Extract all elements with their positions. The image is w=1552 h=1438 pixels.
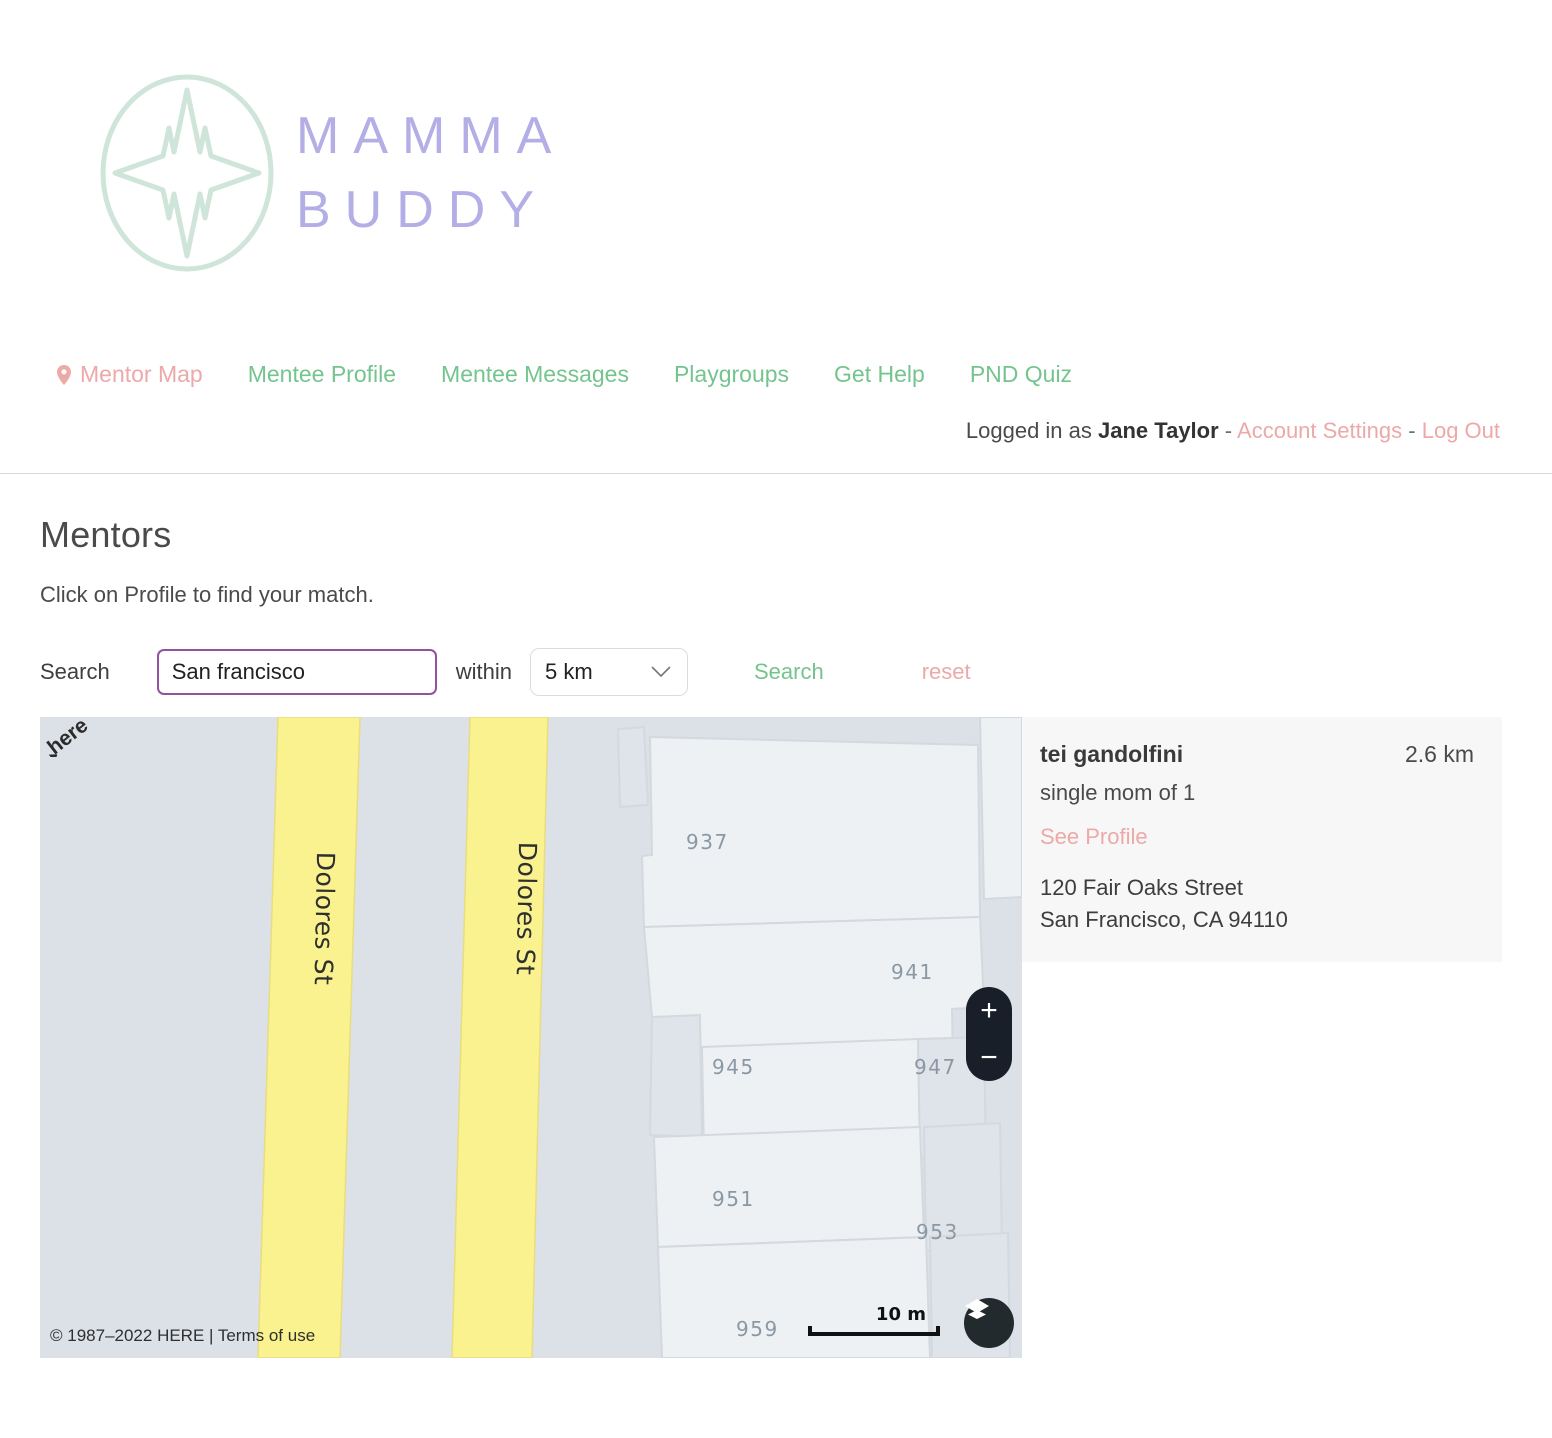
map-canvas [40,717,1022,1358]
session-separator-1: - [1224,418,1233,443]
house-number: 953 [916,1220,959,1244]
nav-item-label: Mentor Map [80,361,203,387]
result-address: 120 Fair Oaks Street San Francisco, CA 9… [1040,872,1474,936]
map-scale-label: 10 m [875,1304,926,1325]
nav-item-mentor-map[interactable]: Mentor Map [57,361,203,388]
map-scale-line [808,1326,940,1336]
radius-select[interactable]: 5 km [529,648,688,696]
reset-button[interactable]: reset [922,659,971,685]
within-label: within [455,659,512,684]
brand-wordmark: MAMMA BUDDY [296,99,565,247]
nav-item-pnd-quiz[interactable]: PND Quiz [970,361,1072,388]
log-out-link[interactable]: Log Out [1422,418,1500,443]
search-controls: Search within 5 km Search reset [40,648,1552,696]
search-input[interactable] [156,649,437,695]
street-label-dolores-st-west: Dolores St [308,851,340,986]
here-logo: here [43,717,92,757]
map-pin-icon [57,364,71,385]
nav-item-mentee-messages[interactable]: Mentee Messages [441,361,629,388]
house-number: 959 [736,1317,779,1341]
map-attribution[interactable]: © 1987–2022 HERE | Terms of use [50,1326,315,1346]
house-number: 951 [712,1187,755,1211]
brand-logo[interactable]: MAMMA BUDDY [96,68,565,278]
house-number: 947 [914,1055,957,1079]
brand-line-2: BUDDY [296,181,549,239]
chevron-down-icon [651,666,671,678]
street-label-dolores-st-east: Dolores St [510,841,542,976]
result-header: tei gandolfini 2.6 km [1040,741,1474,768]
house-number: 941 [891,960,934,984]
nav-item-get-help[interactable]: Get Help [834,361,925,388]
account-settings-link[interactable]: Account Settings [1237,418,1402,443]
session-separator-2: - [1408,418,1416,443]
see-profile-link[interactable]: See Profile [1040,824,1148,850]
result-tagline: single mom of 1 [1040,780,1196,805]
results-list: tei gandolfini 2.6 km single mom of 1 Se… [1022,717,1504,1358]
nav-links: Mentor Map Mentee Profile Mentee Message… [57,361,1072,388]
search-button[interactable]: Search [754,659,824,685]
page-title: Mentors [40,514,172,555]
zoom-out-button[interactable]: − [966,1034,1012,1081]
layers-icon [965,1299,989,1319]
brand-line-1: MAMMA [296,107,566,165]
main-navigation: Mentor Map Mentee Profile Mentee Message… [0,355,1552,474]
result-card[interactable]: tei gandolfini 2.6 km single mom of 1 Se… [1022,717,1502,962]
main-content: Mentors Click on Profile to find your ma… [0,514,1552,1358]
result-address-line-1: 120 Fair Oaks Street [1040,875,1243,900]
site-header: MAMMA BUDDY [0,0,1552,355]
result-distance: 2.6 km [1404,741,1474,767]
map-layers-button[interactable] [964,1298,1014,1348]
compass-star-icon [100,74,274,272]
map-and-results: Dolores St Dolores St 937 941 945 947 95… [40,717,1504,1358]
map-zoom-controls: + − [966,987,1012,1081]
result-address-line-2: San Francisco, CA 94110 [1040,907,1288,932]
map-scale-bar: 10 m [808,1304,940,1336]
nav-item-mentee-profile[interactable]: Mentee Profile [248,361,396,388]
house-number: 937 [686,830,729,854]
result-name: tei gandolfini [1040,741,1184,767]
page-subtitle: Click on Profile to find your match. [40,582,374,607]
search-label: Search [40,659,110,684]
logged-in-prefix: Logged in as [965,418,1092,443]
zoom-in-button[interactable]: + [966,987,1012,1034]
mentor-map[interactable]: Dolores St Dolores St 937 941 945 947 95… [40,717,1022,1358]
svg-text:here: here [43,717,92,757]
logged-in-username: Jane Taylor [1098,418,1219,443]
session-info: Logged in as Jane Taylor - Account Setti… [966,418,1500,444]
house-number: 945 [712,1055,755,1079]
radius-select-value: 5 km [544,659,593,684]
nav-item-playgroups[interactable]: Playgroups [674,361,789,388]
